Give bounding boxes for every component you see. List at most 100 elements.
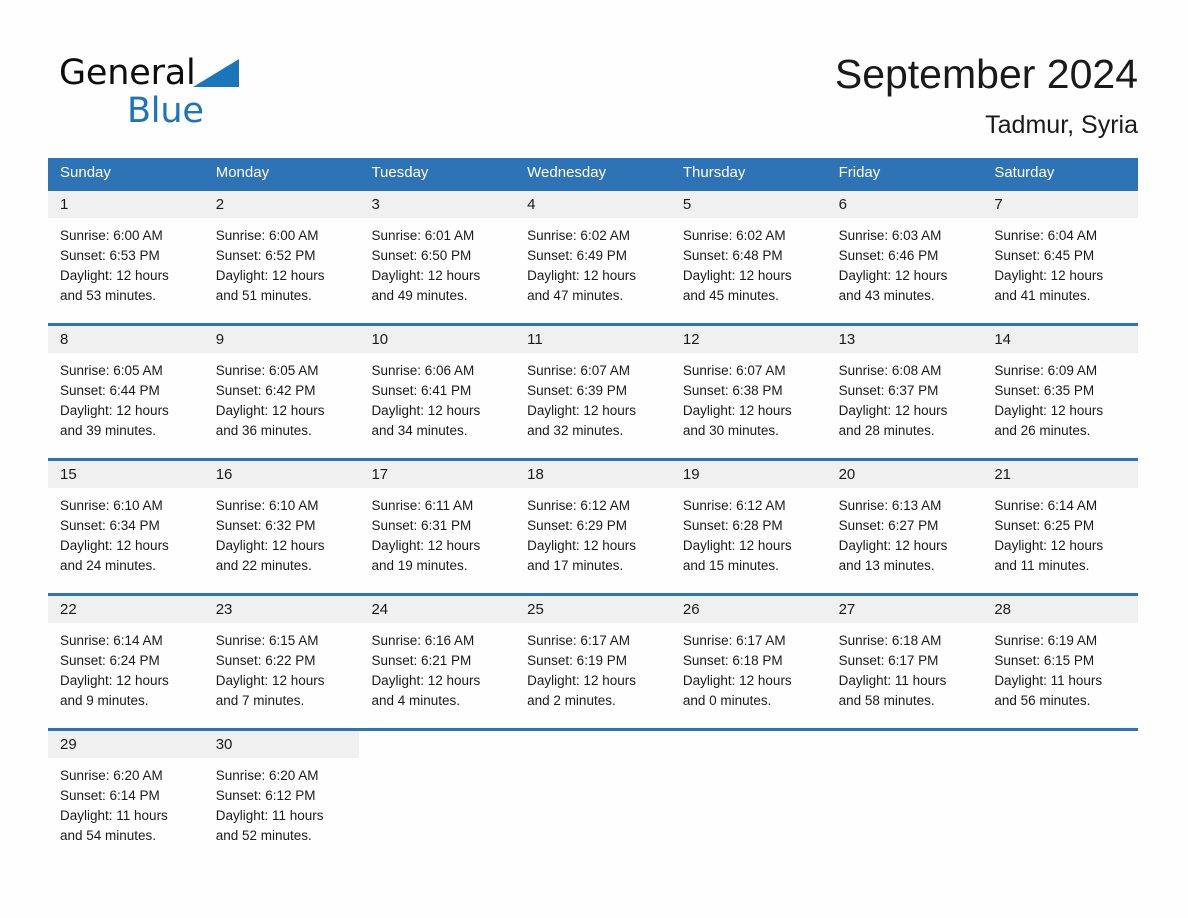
calendar-day-cell[interactable]: 5 Sunrise: 6:02 AM Sunset: 6:48 PM Daylight… [670, 191, 827, 313]
calendar-day-cell[interactable]: 28 Sunrise: 6:19 AM Sunset: 6:15 PM Dayligh… [982, 596, 1139, 718]
daylight-text: Daylight: 12 hours and 11 minutes. [994, 538, 1104, 573]
sunset-text: Sunset: 6:25 PM [994, 518, 1095, 533]
sunrise-text: Sunrise: 6:08 AM [838, 363, 942, 378]
calendar-day-cell[interactable]: 9 Sunrise: 6:05 AM Sunset: 6:42 PM Daylight… [203, 326, 360, 448]
calendar-day-cell[interactable]: 30 Sunrise: 6:20 AM Sunset: 6:12 PM Dayligh… [203, 731, 360, 853]
sunrise-text: Sunrise: 6:01 AM [371, 228, 475, 243]
daylight-text: Daylight: 12 hours and 7 minutes. [215, 673, 325, 708]
sunset-text: Sunset: 6:38 PM [682, 383, 783, 398]
sunset-text: Sunset: 6:31 PM [371, 518, 472, 533]
calendar-day-cell[interactable]: 8 Sunrise: 6:05 AM Sunset: 6:44 PM Daylight… [48, 326, 204, 448]
daylight-text: Daylight: 12 hours and 2 minutes. [527, 673, 636, 708]
day-number: 23 [203, 596, 360, 623]
calendar-day-cell[interactable]: 27 Sunrise: 6:18 AM Sunset: 6:17 PM Dayligh… [826, 596, 983, 718]
day-sun-info: Sunrise: 6:10 AM Sunset: 6:34 PM Daylight:… [48, 488, 204, 576]
day-number [671, 731, 827, 758]
sunrise-text: Sunrise: 6:07 AM [682, 363, 786, 378]
sunrise-text: Sunrise: 6:02 AM [527, 228, 630, 243]
sunset-text: Sunset: 6:19 PM [527, 653, 627, 668]
calendar-day-cell[interactable]: 22 Sunrise: 6:14 AM Sunset: 6:24 PM Dayligh… [48, 596, 204, 718]
day-sun-info: Sunrise: 6:09 AM Sunset: 6:35 PM Daylight:… [982, 353, 1138, 441]
calendar-day-cell-empty [359, 731, 516, 853]
calendar-day-cell[interactable]: 17 Sunrise: 6:11 AM Sunset: 6:31 PM Dayligh… [359, 461, 516, 583]
calendar-day-cell[interactable]: 13 Sunrise: 6:08 AM Sunset: 6:37 PM Dayligh… [826, 326, 983, 448]
daylight-text: Daylight: 11 hours and 54 minutes. [60, 808, 168, 843]
day-sun-info: Sunrise: 6:08 AM Sunset: 6:37 PM Daylight:… [827, 353, 983, 441]
calendar-day-cell[interactable]: 3 Sunrise: 6:01 AM Sunset: 6:50 PM Daylight… [359, 191, 516, 313]
daylight-text: Daylight: 12 hours and 49 minutes. [371, 268, 481, 303]
sunrise-text: Sunrise: 6:06 AM [371, 363, 475, 378]
general-blue-logo[interactable]: General Blue [59, 53, 319, 143]
sunrise-text: Sunrise: 6:05 AM [215, 363, 319, 378]
daylight-text: Daylight: 11 hours and 52 minutes. [215, 808, 324, 843]
calendar-day-cell-empty [670, 731, 827, 853]
calendar-day-cell[interactable]: 19 Sunrise: 6:12 AM Sunset: 6:28 PM Dayligh… [670, 461, 827, 583]
sunset-text: Sunset: 6:37 PM [838, 383, 939, 398]
day-number: 30 [203, 731, 360, 758]
calendar-day-cell[interactable]: 14 Sunrise: 6:09 AM Sunset: 6:35 PM Dayligh… [982, 326, 1139, 448]
calendar-week-row: 15 Sunrise: 6:10 AM Sunset: 6:34 PM Dayligh… [48, 458, 1139, 583]
sunrise-text: Sunrise: 6:07 AM [527, 363, 630, 378]
calendar-day-cell[interactable]: 4 Sunrise: 6:02 AM Sunset: 6:49 PM Daylight… [515, 191, 671, 313]
day-sun-info: Sunrise: 6:01 AM Sunset: 6:50 PM Daylight:… [359, 218, 515, 306]
sunrise-text: Sunrise: 6:13 AM [838, 498, 942, 513]
calendar-day-cell[interactable]: 21 Sunrise: 6:14 AM Sunset: 6:25 PM Dayligh… [982, 461, 1139, 583]
calendar-day-cell[interactable]: 25 Sunrise: 6:17 AM Sunset: 6:19 PM Dayligh… [515, 596, 671, 718]
day-number: 28 [982, 596, 1139, 623]
day-number: 9 [203, 326, 360, 353]
sunrise-text: Sunrise: 6:18 AM [838, 633, 942, 648]
calendar-weeks: 1 Sunrise: 6:00 AM Sunset: 6:53 PM Daylight… [48, 188, 1139, 853]
daylight-text: Daylight: 11 hours and 58 minutes. [838, 673, 947, 708]
calendar-day-cell[interactable]: 1 Sunrise: 6:00 AM Sunset: 6:53 PM Daylight… [48, 191, 204, 313]
day-sun-info: Sunrise: 6:14 AM Sunset: 6:25 PM Daylight:… [982, 488, 1138, 576]
sunrise-text: Sunrise: 6:14 AM [994, 498, 1098, 513]
sunrise-text: Sunrise: 6:14 AM [60, 633, 163, 648]
day-sun-info: Sunrise: 6:00 AM Sunset: 6:53 PM Daylight:… [48, 218, 204, 306]
calendar-day-cell[interactable]: 18 Sunrise: 6:12 AM Sunset: 6:29 PM Dayligh… [515, 461, 671, 583]
day-number: 5 [670, 191, 827, 218]
calendar-week-row: 29 Sunrise: 6:20 AM Sunset: 6:14 PM Dayligh… [48, 728, 1139, 853]
day-number: 2 [203, 191, 360, 218]
day-sun-info: Sunrise: 6:00 AM Sunset: 6:52 PM Daylight:… [204, 218, 360, 306]
calendar-day-cell[interactable]: 12 Sunrise: 6:07 AM Sunset: 6:38 PM Dayligh… [670, 326, 827, 448]
daylight-text: Daylight: 12 hours and 41 minutes. [994, 268, 1104, 303]
calendar-day-cell-empty [826, 731, 983, 853]
day-number: 1 [48, 191, 204, 218]
calendar-week-row: 1 Sunrise: 6:00 AM Sunset: 6:53 PM Daylight… [48, 188, 1139, 313]
day-number: 24 [359, 596, 516, 623]
daylight-text: Daylight: 12 hours and 32 minutes. [527, 403, 636, 438]
daylight-text: Daylight: 12 hours and 19 minutes. [371, 538, 481, 573]
calendar-day-cell[interactable]: 15 Sunrise: 6:10 AM Sunset: 6:34 PM Dayligh… [48, 461, 204, 583]
calendar-day-cell[interactable]: 7 Sunrise: 6:04 AM Sunset: 6:45 PM Daylight… [982, 191, 1139, 313]
daylight-text: Daylight: 12 hours and 4 minutes. [371, 673, 481, 708]
sunset-text: Sunset: 6:34 PM [60, 518, 160, 533]
day-sun-info: Sunrise: 6:17 AM Sunset: 6:18 PM Daylight:… [671, 623, 827, 711]
day-number: 6 [826, 191, 983, 218]
calendar-day-cell[interactable]: 23 Sunrise: 6:15 AM Sunset: 6:22 PM Dayligh… [203, 596, 360, 718]
calendar-day-cell[interactable]: 2 Sunrise: 6:00 AM Sunset: 6:52 PM Daylight… [203, 191, 360, 313]
calendar-day-cell[interactable]: 20 Sunrise: 6:13 AM Sunset: 6:27 PM Dayligh… [826, 461, 983, 583]
calendar-day-cell[interactable]: 29 Sunrise: 6:20 AM Sunset: 6:14 PM Dayligh… [48, 731, 204, 853]
daylight-text: Daylight: 12 hours and 17 minutes. [527, 538, 636, 573]
calendar-table: Sunday Monday Tuesday Wednesday Thursday… [48, 158, 1139, 853]
logo-blue-text: Blue [127, 91, 204, 131]
day-number [982, 731, 1138, 758]
page-subtitle-location: Tadmur, Syria [985, 111, 1138, 139]
calendar-day-cell[interactable]: 11 Sunrise: 6:07 AM Sunset: 6:39 PM Dayligh… [515, 326, 671, 448]
daylight-text: Daylight: 12 hours and 34 minutes. [371, 403, 481, 438]
calendar-day-cell[interactable]: 10 Sunrise: 6:06 AM Sunset: 6:41 PM Dayligh… [359, 326, 516, 448]
day-sun-info: Sunrise: 6:07 AM Sunset: 6:39 PM Daylight:… [515, 353, 671, 441]
day-sun-info: Sunrise: 6:06 AM Sunset: 6:41 PM Daylight:… [359, 353, 515, 441]
calendar-week-row: 8 Sunrise: 6:05 AM Sunset: 6:44 PM Daylight… [48, 323, 1139, 448]
daylight-text: Daylight: 12 hours and 51 minutes. [215, 268, 325, 303]
calendar-day-cell[interactable]: 24 Sunrise: 6:16 AM Sunset: 6:21 PM Dayligh… [359, 596, 516, 718]
sunrise-text: Sunrise: 6:03 AM [838, 228, 942, 243]
sunset-text: Sunset: 6:29 PM [527, 518, 627, 533]
sunset-text: Sunset: 6:14 PM [60, 788, 160, 803]
calendar-day-cell[interactable]: 16 Sunrise: 6:10 AM Sunset: 6:32 PM Dayligh… [203, 461, 360, 583]
sunrise-text: Sunrise: 6:02 AM [682, 228, 786, 243]
sunrise-text: Sunrise: 6:00 AM [215, 228, 319, 243]
calendar-day-cell[interactable]: 26 Sunrise: 6:17 AM Sunset: 6:18 PM Dayligh… [670, 596, 827, 718]
calendar-day-cell[interactable]: 6 Sunrise: 6:03 AM Sunset: 6:46 PM Daylight… [826, 191, 983, 313]
sunrise-text: Sunrise: 6:17 AM [682, 633, 786, 648]
